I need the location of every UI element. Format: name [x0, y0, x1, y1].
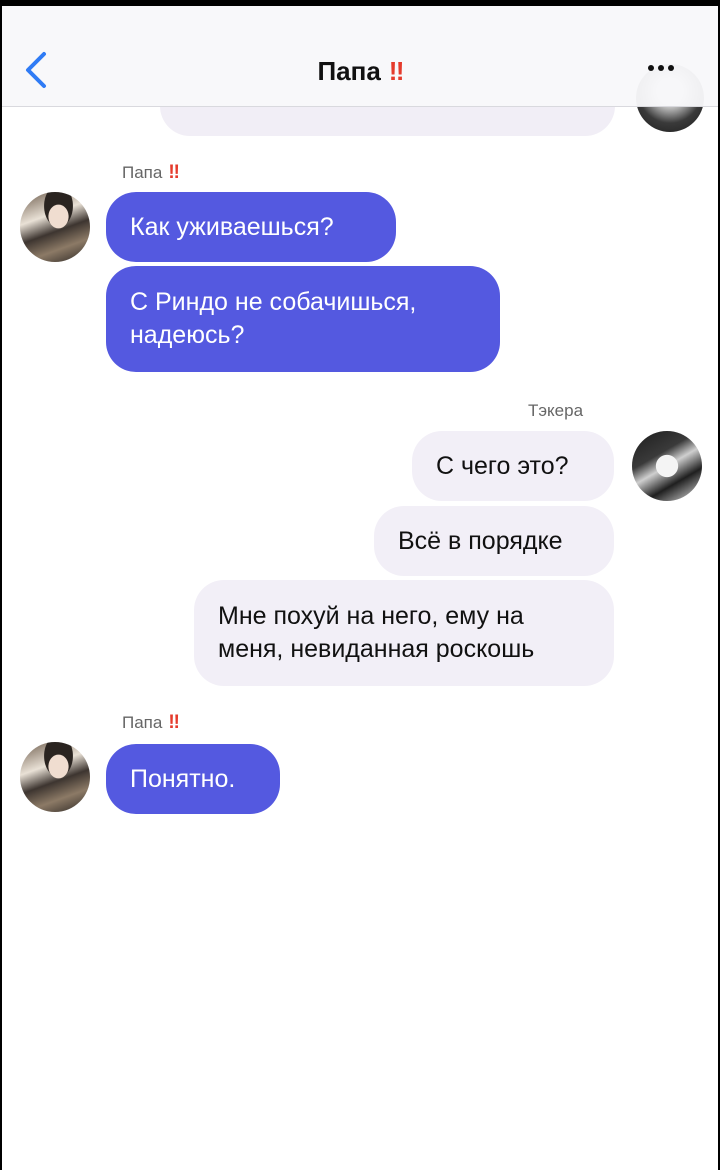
avatar-papa[interactable] — [20, 742, 90, 812]
message-bubble-outgoing[interactable]: Мне похуй на него, ему на меня, невиданн… — [194, 580, 614, 686]
sender-name-tekera: Тэкера — [528, 401, 584, 420]
avatar-papa[interactable] — [20, 192, 90, 262]
chat-header: Папа ‼ — [2, 6, 718, 107]
ellipsis-icon — [648, 65, 654, 71]
message-bubble-outgoing[interactable]: Всё в порядке — [374, 506, 614, 576]
chat-title-name: Папа — [317, 56, 381, 86]
message-bubble-incoming[interactable]: Понятно. — [106, 744, 280, 814]
more-options-button[interactable] — [648, 58, 688, 82]
sender-name-papa: Папа ‼ — [122, 162, 180, 183]
chat-title-mark: ‼ — [388, 56, 405, 86]
chat-screen: Папа ‼ Папа ‼ Как уживаешься? С Риндо не с… — [2, 6, 718, 1170]
avatar-tekera[interactable] — [632, 431, 702, 501]
message-bubble-incoming[interactable]: С Риндо не собачишься, надеюсь? — [106, 266, 500, 372]
sender-name-papa: Папа ‼ — [122, 712, 180, 733]
chat-title[interactable]: Папа ‼ — [2, 56, 718, 87]
message-bubble-outgoing[interactable]: С чего это? — [412, 431, 614, 501]
message-bubble-incoming[interactable]: Как уживаешься? — [106, 192, 396, 262]
